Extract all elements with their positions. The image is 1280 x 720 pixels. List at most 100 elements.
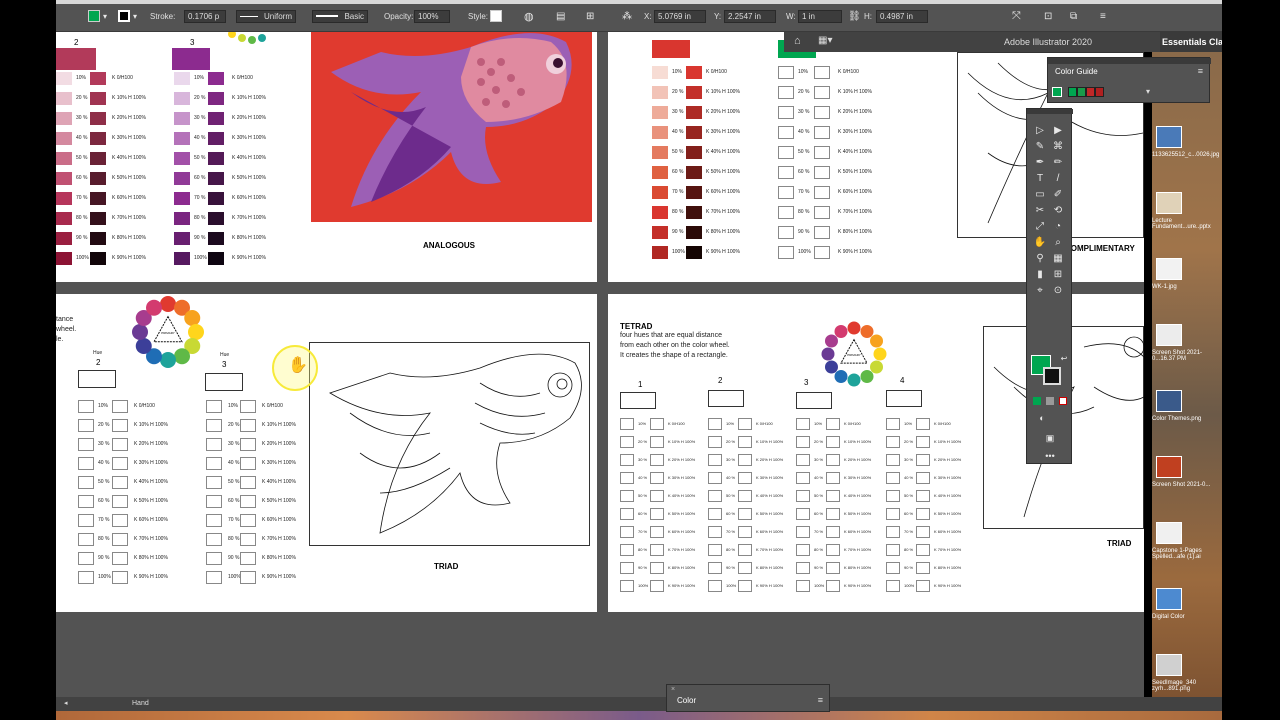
isolate-icon[interactable]: ⊡ [1044, 11, 1052, 22]
zoom-tool-icon[interactable]: ⌕ [1051, 235, 1065, 249]
empty-swatch[interactable] [814, 246, 830, 259]
empty-swatch[interactable] [778, 146, 794, 159]
graph-tool-icon[interactable]: ▦ [1051, 251, 1065, 265]
blend-tool-icon[interactable]: ⊙ [1051, 283, 1065, 297]
empty-swatch[interactable] [78, 476, 94, 489]
h-field[interactable]: 0.4987 in [876, 9, 928, 23]
panel-grip[interactable] [1048, 58, 1211, 64]
file-name[interactable]: Digital Color [1152, 614, 1222, 620]
rectangle-tool-icon[interactable]: ▭ [1033, 187, 1047, 201]
harmony-swatch[interactable] [1095, 87, 1104, 97]
hue-box[interactable] [796, 392, 832, 409]
empty-swatch[interactable] [620, 508, 634, 520]
file-thumbnail[interactable] [1156, 390, 1182, 412]
empty-swatch[interactable] [708, 472, 722, 484]
mesh-tool-icon[interactable]: ⊞ [1051, 267, 1065, 281]
empty-swatch[interactable] [886, 508, 900, 520]
file-name[interactable]: SeedImage_340 zyrh...891.png [1152, 680, 1222, 692]
empty-swatch[interactable] [620, 526, 634, 538]
empty-swatch[interactable] [620, 562, 634, 574]
harmony-rules-dropdown[interactable]: ▾ [1146, 87, 1150, 96]
close-icon[interactable]: × [671, 686, 675, 693]
scroll-left-icon[interactable]: ◂ [64, 699, 68, 707]
panel-menu-icon[interactable]: ≡ [818, 695, 823, 705]
empty-swatch[interactable] [240, 457, 256, 470]
stroke-color-box[interactable] [1043, 367, 1061, 385]
curvature-tool-icon[interactable]: ✏ [1051, 155, 1065, 169]
empty-swatch[interactable] [112, 571, 128, 584]
file-name[interactable]: Screen Shot 2021-0...16.37 PM [1152, 350, 1222, 362]
arrange-documents-icon[interactable]: ▦▾ [818, 35, 832, 46]
y-field[interactable]: 2.2547 in [724, 9, 776, 23]
empty-swatch[interactable] [738, 562, 752, 574]
empty-swatch[interactable] [796, 418, 810, 430]
empty-swatch[interactable] [886, 472, 900, 484]
empty-swatch[interactable] [796, 580, 810, 592]
empty-swatch[interactable] [650, 490, 664, 502]
empty-swatch[interactable] [78, 438, 94, 451]
hue-box[interactable] [205, 373, 243, 391]
opacity-field[interactable]: 100% [414, 9, 450, 23]
swap-colors-icon[interactable]: ↩ [1057, 351, 1071, 365]
empty-swatch[interactable] [826, 454, 840, 466]
empty-swatch[interactable] [650, 472, 664, 484]
file-name[interactable]: Lecture Fundament...ure..pptx [1152, 218, 1222, 230]
line-tool-icon[interactable]: / [1051, 171, 1065, 185]
file-thumbnail[interactable] [1156, 654, 1182, 676]
type-tool-icon[interactable]: T [1033, 171, 1047, 185]
empty-swatch[interactable] [708, 436, 722, 448]
artboard-tool-icon[interactable]: ▮ [1033, 267, 1047, 281]
empty-swatch[interactable] [796, 544, 810, 556]
pencil-tool-icon[interactable]: ✐ [1051, 187, 1065, 201]
empty-swatch[interactable] [708, 418, 722, 430]
scale-tool-icon[interactable]: ⤢ [1033, 219, 1047, 233]
empty-swatch[interactable] [240, 400, 256, 413]
empty-swatch[interactable] [738, 454, 752, 466]
empty-swatch[interactable] [650, 418, 664, 430]
empty-swatch[interactable] [796, 526, 810, 538]
empty-swatch[interactable] [708, 544, 722, 556]
empty-swatch[interactable] [916, 508, 930, 520]
empty-swatch[interactable] [240, 438, 256, 451]
empty-swatch[interactable] [814, 106, 830, 119]
empty-swatch[interactable] [206, 457, 222, 470]
align-icon[interactable]: ▤ [556, 11, 565, 22]
empty-swatch[interactable] [708, 526, 722, 538]
harmony-swatch[interactable] [1077, 87, 1086, 97]
stroke-swatch[interactable]: ▾ [118, 9, 137, 23]
empty-swatch[interactable] [240, 552, 256, 565]
empty-swatch[interactable] [738, 418, 752, 430]
empty-swatch[interactable] [796, 436, 810, 448]
empty-swatch[interactable] [240, 571, 256, 584]
draw-mode-icon[interactable]: ◐ [1035, 411, 1049, 425]
empty-swatch[interactable] [778, 226, 794, 239]
empty-swatch[interactable] [112, 457, 128, 470]
home-icon[interactable]: ⌂ [794, 35, 801, 47]
empty-swatch[interactable] [708, 490, 722, 502]
transform-icon[interactable]: ⊞ [586, 11, 594, 22]
empty-swatch[interactable] [916, 436, 930, 448]
transform-panel-icon[interactable]: ⤧ [1012, 10, 1021, 23]
empty-swatch[interactable] [240, 533, 256, 546]
empty-swatch[interactable] [916, 490, 930, 502]
hue-box[interactable] [708, 390, 744, 407]
empty-swatch[interactable] [708, 562, 722, 574]
x-field[interactable]: 5.0769 in [654, 9, 706, 23]
empty-swatch[interactable] [826, 436, 840, 448]
empty-swatch[interactable] [814, 226, 830, 239]
harmony-swatches[interactable] [1068, 87, 1104, 97]
file-name[interactable]: Color Themes.png [1152, 416, 1222, 422]
empty-swatch[interactable] [796, 562, 810, 574]
empty-swatch[interactable] [826, 490, 840, 502]
empty-swatch[interactable] [886, 436, 900, 448]
empty-swatch[interactable] [112, 533, 128, 546]
empty-swatch[interactable] [650, 454, 664, 466]
empty-swatch[interactable] [650, 544, 664, 556]
empty-swatch[interactable] [886, 580, 900, 592]
empty-swatch[interactable] [78, 457, 94, 470]
hue-box[interactable] [886, 390, 922, 407]
empty-swatch[interactable] [78, 571, 94, 584]
file-thumbnail[interactable] [1156, 126, 1182, 148]
file-name[interactable]: 1133625512_c...0026.jpg [1152, 152, 1222, 158]
empty-swatch[interactable] [206, 533, 222, 546]
